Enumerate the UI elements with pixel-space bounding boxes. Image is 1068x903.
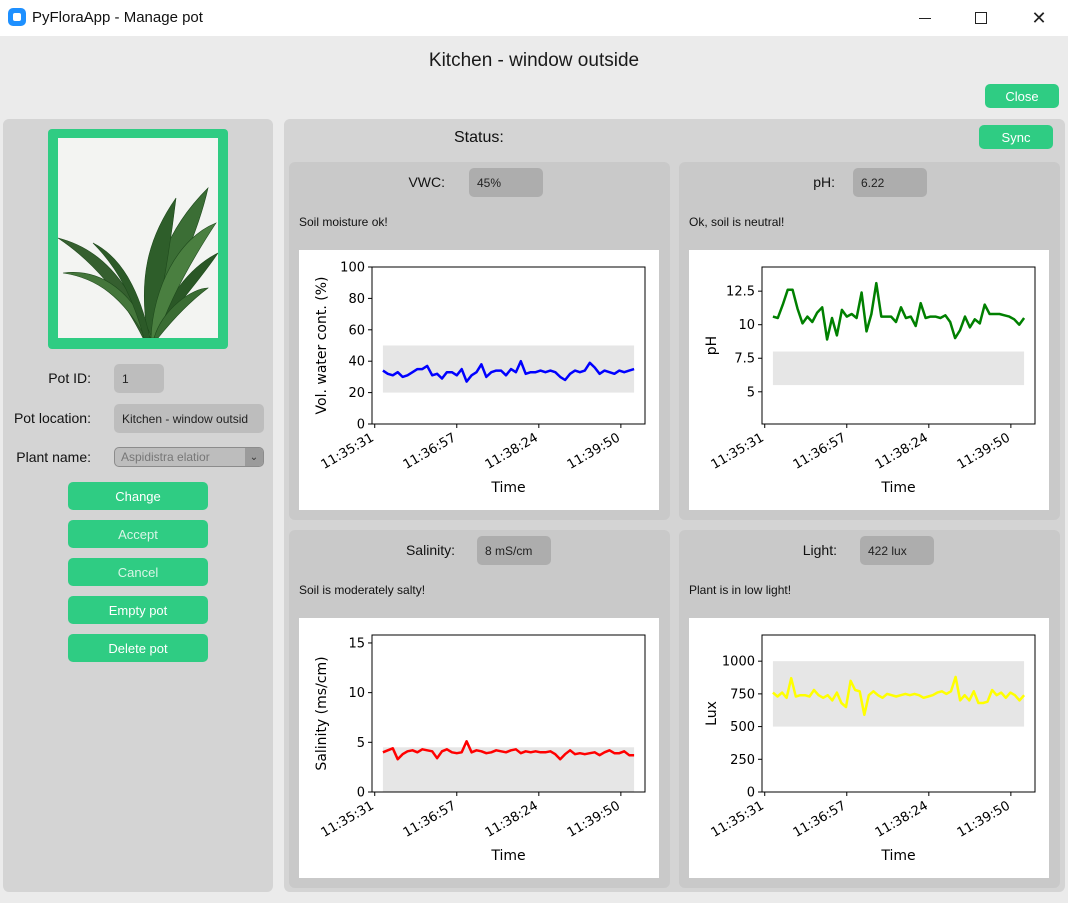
ph-value: 6.22 bbox=[853, 168, 927, 197]
light-xtick-label: 11:35:31 bbox=[709, 798, 767, 840]
vwc-chart: 0 20 40 60 80 100 11:35:31 11:36:57 11:38:24 11:3… bbox=[299, 250, 659, 510]
vwc-xlabel: Time bbox=[490, 480, 525, 496]
pot-details-panel: Pot ID: 1 Pot location: Kitchen - window… bbox=[3, 119, 273, 892]
salinity-chart: 0 5 10 15 11:35:31 11:36:57 11:38:24 11:39:50 Ti… bbox=[299, 618, 659, 878]
pot-location-field[interactable]: Kitchen - window outsid bbox=[114, 404, 264, 433]
salinity-xtick-label: 11:39:50 bbox=[565, 798, 623, 840]
salinity-ytick-label: 10 bbox=[348, 686, 365, 701]
pot-id-field: 1 bbox=[114, 364, 164, 393]
salinity-xtick-label: 11:38:24 bbox=[483, 798, 541, 840]
vwc-ytick-label: 80 bbox=[348, 292, 365, 307]
light-xlabel: Time bbox=[880, 848, 915, 864]
vwc-ytick-label: 60 bbox=[348, 323, 365, 338]
ph-ytick-label: 5 bbox=[747, 385, 755, 400]
maximize-icon[interactable] bbox=[958, 0, 1004, 36]
salinity-xlabel: Time bbox=[490, 848, 525, 864]
ph-ytick-label: 12.5 bbox=[726, 285, 755, 300]
status-panel: Status: Sync VWC: 45% Soil moisture ok! … bbox=[284, 119, 1065, 892]
ph-series-line bbox=[772, 281, 1026, 341]
ph-message: Ok, soil is neutral! bbox=[689, 215, 785, 229]
vwc-xtick-label: 11:39:50 bbox=[565, 430, 623, 472]
vwc-ytick-label: 20 bbox=[348, 386, 365, 401]
vwc-message: Soil moisture ok! bbox=[299, 215, 388, 229]
minimize-icon[interactable] bbox=[902, 0, 948, 36]
window-title: PyFloraApp - Manage pot bbox=[32, 9, 203, 26]
ph-card: pH: 6.22 Ok, soil is neutral! 5 7.5 10 12.5… bbox=[679, 162, 1060, 520]
ph-xtick-label: 11:35:31 bbox=[709, 430, 767, 472]
vwc-xtick-label: 11:38:24 bbox=[483, 430, 541, 472]
empty-pot-button[interactable]: Empty pot bbox=[68, 596, 208, 624]
page-title: Kitchen - window outside bbox=[428, 50, 640, 71]
change-button[interactable]: Change bbox=[68, 482, 208, 510]
light-label: Light: bbox=[802, 542, 837, 558]
close-icon[interactable]: ✕ bbox=[1016, 0, 1062, 36]
vwc-xtick-label: 11:35:31 bbox=[319, 430, 377, 472]
vwc-ytick-label: 100 bbox=[340, 261, 365, 276]
light-ytick-label: 250 bbox=[730, 753, 755, 768]
light-message: Plant is in low light! bbox=[689, 583, 792, 597]
ph-xtick-label: 11:36:57 bbox=[791, 430, 849, 472]
ph-xtick-label: 11:39:50 bbox=[955, 430, 1013, 472]
ph-optimal-band bbox=[772, 351, 1025, 386]
light-xtick-label: 11:38:24 bbox=[873, 798, 931, 840]
ph-axes-frame bbox=[761, 266, 1036, 425]
salinity-value: 8 mS/cm bbox=[477, 536, 551, 565]
vwc-ytick-label: 40 bbox=[348, 355, 365, 370]
light-ytick-label: 500 bbox=[730, 720, 755, 735]
light-ytick-label: 0 bbox=[747, 786, 755, 801]
salinity-xtick-label: 11:35:31 bbox=[319, 798, 377, 840]
light-card: Light: 422 lux Plant is in low light! 0 2… bbox=[679, 530, 1060, 888]
close-button[interactable]: Close bbox=[985, 84, 1059, 108]
salinity-label: Salinity: bbox=[405, 542, 455, 558]
plant-name-select[interactable]: Aspidistra elatior ⌄ bbox=[114, 447, 264, 467]
light-ytick-label: 1000 bbox=[722, 655, 755, 670]
sync-button[interactable]: Sync bbox=[979, 125, 1053, 149]
light-chart: 0 250 500 750 1000 11:35:31 11:36:57 11:38:24 11… bbox=[689, 618, 1049, 878]
vwc-xtick-label: 11:36:57 bbox=[401, 430, 459, 472]
salinity-message: Soil is moderately salty! bbox=[299, 583, 426, 597]
light-ytick-label: 750 bbox=[730, 687, 755, 702]
pot-location-label: Pot location: bbox=[13, 410, 91, 426]
salinity-ytick-label: 0 bbox=[357, 786, 365, 801]
delete-pot-button[interactable]: Delete pot bbox=[68, 634, 208, 662]
plant-name-value: Aspidistra elatior bbox=[121, 450, 210, 464]
app-icon bbox=[8, 8, 26, 26]
vwc-ylabel: Vol. water cont. (%) bbox=[314, 277, 330, 415]
accept-button[interactable]: Accept bbox=[68, 520, 208, 548]
light-xtick-label: 11:36:57 bbox=[791, 798, 849, 840]
salinity-ylabel: Salinity (ms/cm) bbox=[314, 656, 330, 770]
salinity-ytick-label: 15 bbox=[348, 636, 365, 651]
light-ylabel: Lux bbox=[704, 701, 720, 726]
cancel-button[interactable]: Cancel bbox=[68, 558, 208, 586]
pot-id-label: Pot ID: bbox=[48, 370, 91, 386]
vwc-card: VWC: 45% Soil moisture ok! 0 20 40 60 80 100 1… bbox=[289, 162, 670, 520]
salinity-ytick-label: 5 bbox=[357, 736, 365, 751]
vwc-label: VWC: bbox=[408, 174, 445, 190]
plant-photo-frame bbox=[48, 129, 228, 349]
ph-label: pH: bbox=[813, 174, 835, 190]
plant-photo bbox=[58, 138, 218, 338]
vwc-value: 45% bbox=[469, 168, 543, 197]
salinity-xtick-label: 11:36:57 bbox=[401, 798, 459, 840]
ph-ytick-label: 10 bbox=[738, 318, 755, 333]
light-value: 422 lux bbox=[860, 536, 934, 565]
ph-ylabel: pH bbox=[704, 336, 720, 355]
vwc-ytick-label: 0 bbox=[357, 418, 365, 433]
status-title: Status: bbox=[454, 129, 504, 146]
ph-ytick-label: 7.5 bbox=[734, 352, 755, 367]
plant-name-label: Plant name: bbox=[16, 449, 91, 465]
chevron-down-icon[interactable]: ⌄ bbox=[245, 448, 263, 466]
light-xtick-label: 11:39:50 bbox=[955, 798, 1013, 840]
ph-xtick-label: 11:38:24 bbox=[873, 430, 931, 472]
salinity-card: Salinity: 8 mS/cm Soil is moderately sal… bbox=[289, 530, 670, 888]
window-titlebar: PyFloraApp - Manage pot ✕ bbox=[0, 0, 1068, 36]
ph-xlabel: Time bbox=[880, 480, 915, 496]
ph-chart: 5 7.5 10 12.5 11:35:31 11:36:57 11:38:24 11:39:… bbox=[689, 250, 1049, 510]
